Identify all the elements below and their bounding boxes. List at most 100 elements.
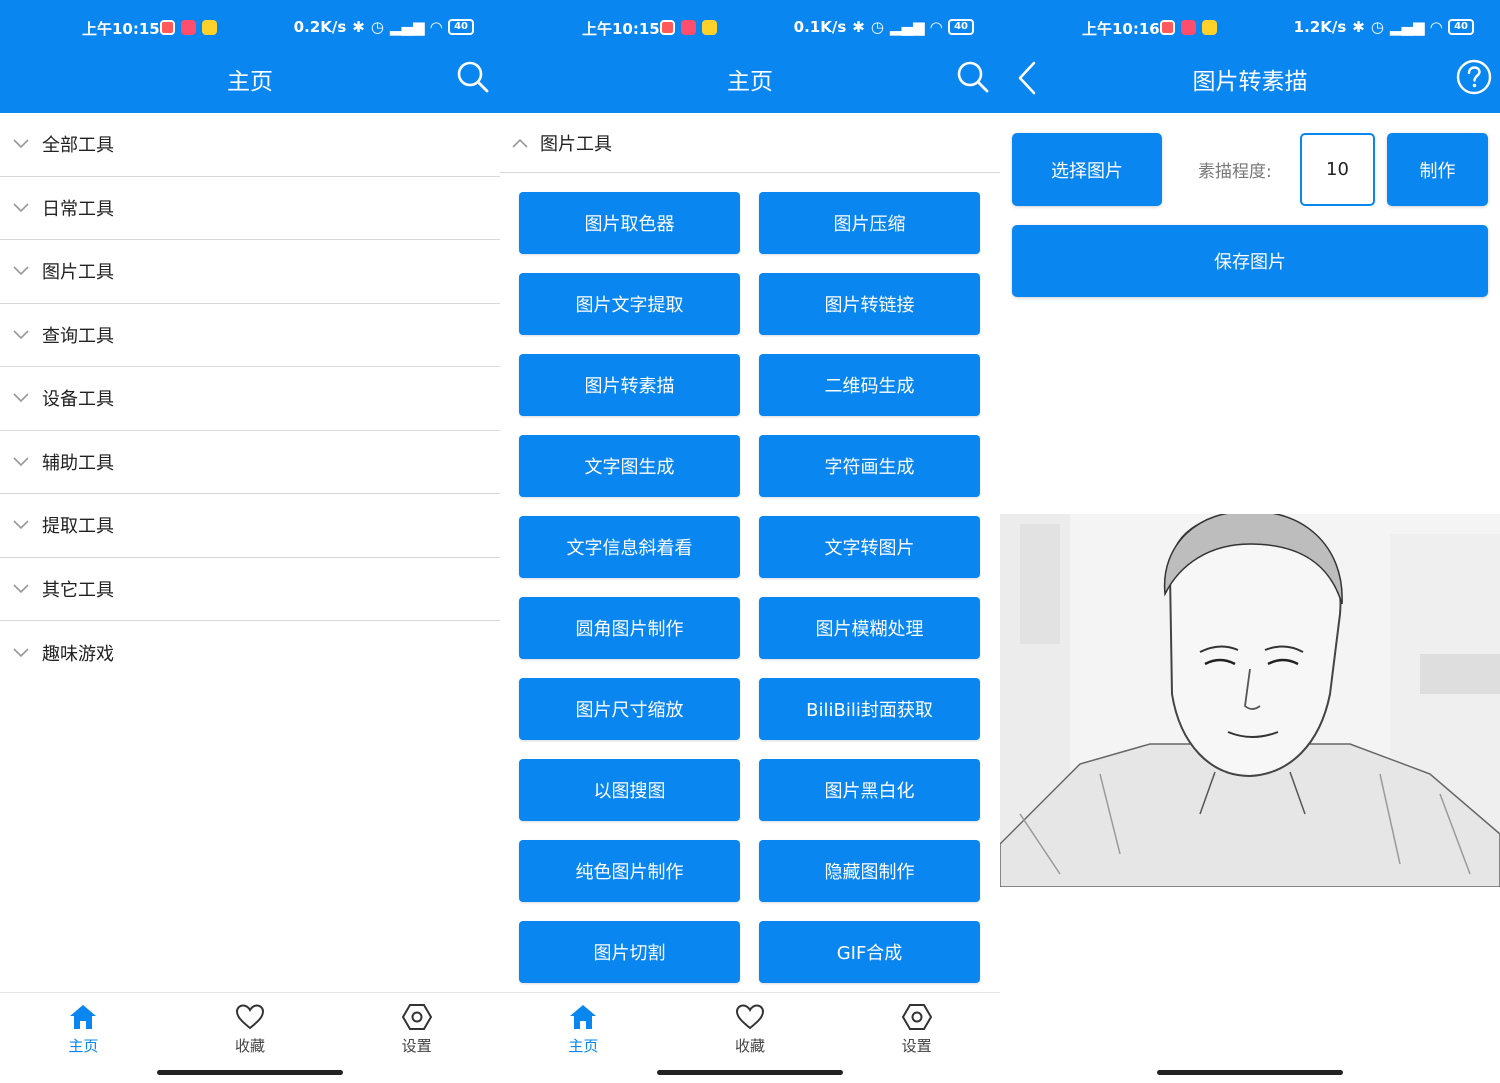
tool-button[interactable]: GIF合成 <box>759 921 980 983</box>
category-all-tools[interactable]: 全部工具 <box>0 113 500 177</box>
tool-button[interactable]: 图片转素描 <box>519 354 740 416</box>
page-title: 主页 <box>227 69 273 95</box>
category-image-tools[interactable]: 图片工具 <box>0 240 500 304</box>
settings-icon <box>401 1004 432 1030</box>
chevron-down-icon <box>13 203 29 212</box>
category-other-tools[interactable]: 其它工具 <box>0 558 500 621</box>
chevron-down-icon <box>13 648 29 657</box>
battery-icon: 40 <box>1448 19 1474 35</box>
battery-icon: 40 <box>448 19 474 35</box>
category-label: 查询工具 <box>42 325 114 347</box>
tool-button[interactable]: 图片模糊处理 <box>759 597 980 659</box>
category-assist-tools[interactable]: 辅助工具 <box>0 431 500 494</box>
tool-button[interactable]: 图片压缩 <box>759 192 980 254</box>
record-icon <box>160 20 175 35</box>
category-label: 日常工具 <box>42 198 114 220</box>
page-title: 主页 <box>727 69 773 95</box>
tool-button[interactable]: 图片文字提取 <box>519 273 740 335</box>
home-indicator[interactable] <box>657 1070 843 1075</box>
bottom-nav: 主页 收藏 设置 <box>500 992 1000 1062</box>
wifi-icon: ◠ <box>430 18 443 36</box>
app-header: 上午10:15 0.2K/s ✱ ◷ ▂▄▆ ◠ 40 主页 <box>0 0 500 113</box>
nav-settings[interactable]: 设置 <box>833 993 1000 1062</box>
tool-button[interactable]: 图片尺寸缩放 <box>519 678 740 740</box>
category-query-tools[interactable]: 查询工具 <box>0 304 500 367</box>
nav-favorites[interactable]: 收藏 <box>167 993 334 1062</box>
status-indicators: 1.2K/s ✱ ◷ ▂▄▆ ◠ 40 <box>1294 18 1474 36</box>
tool-button[interactable]: 文字信息斜着看 <box>519 516 740 578</box>
sketch-screen: 上午10:16 1.2K/s ✱ ◷ ▂▄▆ ◠ 40 图片转素描 选择图片 素… <box>1000 0 1500 1083</box>
tool-button[interactable]: 二维码生成 <box>759 354 980 416</box>
alarm-icon: ◷ <box>370 18 384 36</box>
bluetooth-icon: ✱ <box>1352 18 1365 36</box>
signal-icon: ▂▄▆ <box>889 18 925 36</box>
status-indicators: 0.2K/s ✱ ◷ ▂▄▆ ◠ 40 <box>294 18 474 36</box>
sketch-result-image <box>1000 514 1500 887</box>
tool-button[interactable]: 图片取色器 <box>519 192 740 254</box>
heart-icon <box>735 1004 765 1030</box>
tool-button[interactable]: 文字图生成 <box>519 435 740 497</box>
make-button[interactable]: 制作 <box>1387 133 1488 206</box>
tool-button[interactable]: 以图搜图 <box>519 759 740 821</box>
tool-button[interactable]: 隐藏图制作 <box>759 840 980 902</box>
battery-icon: 40 <box>948 19 974 35</box>
category-daily-tools[interactable]: 日常工具 <box>0 177 500 240</box>
save-image-button[interactable]: 保存图片 <box>1012 225 1488 297</box>
notification-icons <box>1160 20 1217 35</box>
tool-button[interactable]: 图片切割 <box>519 921 740 983</box>
alarm-icon: ◷ <box>870 18 884 36</box>
network-speed: 0.1K/s <box>793 18 847 36</box>
category-extract-tools[interactable]: 提取工具 <box>0 494 500 558</box>
nav-home[interactable]: 主页 <box>500 993 667 1062</box>
tool-button[interactable]: 图片黑白化 <box>759 759 980 821</box>
bluetooth-icon: ✱ <box>852 18 865 36</box>
chevron-down-icon <box>13 266 29 276</box>
sketch-level-input[interactable] <box>1300 133 1375 206</box>
home-indicator[interactable] <box>1157 1070 1343 1075</box>
nav-favorites[interactable]: 收藏 <box>667 993 834 1062</box>
home-icon <box>70 1005 97 1029</box>
status-bar: 上午10:15 0.1K/s ✱ ◷ ▂▄▆ ◠ 40 <box>500 14 1000 44</box>
category-list: 全部工具 日常工具 图片工具 查询工具 设备工具 辅助工具 提取工具 其它工具 … <box>0 113 500 685</box>
chevron-down-icon <box>13 393 29 403</box>
app-header: 上午10:16 1.2K/s ✱ ◷ ▂▄▆ ◠ 40 图片转素描 <box>1000 0 1500 113</box>
mail-notification-icon <box>202 20 217 35</box>
status-time: 上午10:16 <box>1082 20 1160 38</box>
tool-button[interactable]: 字符画生成 <box>759 435 980 497</box>
tool-grid: 图片取色器 图片压缩 图片文字提取 图片转链接 图片转素描 二维码生成 文字图生… <box>519 192 981 983</box>
tool-button[interactable]: 圆角图片制作 <box>519 597 740 659</box>
nav-label: 主页 <box>68 1037 99 1055</box>
help-icon[interactable] <box>1456 59 1492 95</box>
nav-label: 收藏 <box>735 1037 766 1055</box>
search-icon[interactable] <box>956 60 990 94</box>
section-header-image-tools[interactable]: 图片工具 <box>500 113 1000 173</box>
select-image-button[interactable]: 选择图片 <box>1012 133 1162 206</box>
home-indicator[interactable] <box>157 1070 343 1075</box>
category-device-tools[interactable]: 设备工具 <box>0 367 500 431</box>
nav-settings[interactable]: 设置 <box>333 993 500 1062</box>
app-notification-icon <box>1181 20 1196 35</box>
heart-icon <box>235 1004 265 1030</box>
category-fun-games[interactable]: 趣味游戏 <box>0 621 500 685</box>
sketch-level-label: 素描程度: <box>1198 162 1272 182</box>
category-label: 设备工具 <box>42 389 114 411</box>
tool-button[interactable]: 文字转图片 <box>759 516 980 578</box>
search-icon[interactable] <box>456 60 490 94</box>
category-label: 提取工具 <box>42 516 114 538</box>
section-label: 图片工具 <box>540 133 612 155</box>
image-tools-screen: 上午10:15 0.1K/s ✱ ◷ ▂▄▆ ◠ 40 主页 图片工具 图片取色… <box>500 0 1000 1083</box>
tool-button[interactable]: 纯色图片制作 <box>519 840 740 902</box>
nav-label: 设置 <box>401 1037 432 1055</box>
tool-button[interactable]: 图片转链接 <box>759 273 980 335</box>
chevron-down-icon <box>13 330 29 339</box>
app-notification-icon <box>181 20 196 35</box>
chevron-up-icon <box>512 138 528 148</box>
wifi-icon: ◠ <box>1430 18 1443 36</box>
nav-home[interactable]: 主页 <box>0 993 167 1062</box>
tool-button[interactable]: BiliBili封面获取 <box>759 678 980 740</box>
home-icon <box>570 1005 597 1029</box>
status-bar: 上午10:16 1.2K/s ✱ ◷ ▂▄▆ ◠ 40 <box>1000 14 1500 44</box>
settings-icon <box>901 1004 932 1030</box>
signal-icon: ▂▄▆ <box>1389 18 1425 36</box>
app-notification-icon <box>681 20 696 35</box>
